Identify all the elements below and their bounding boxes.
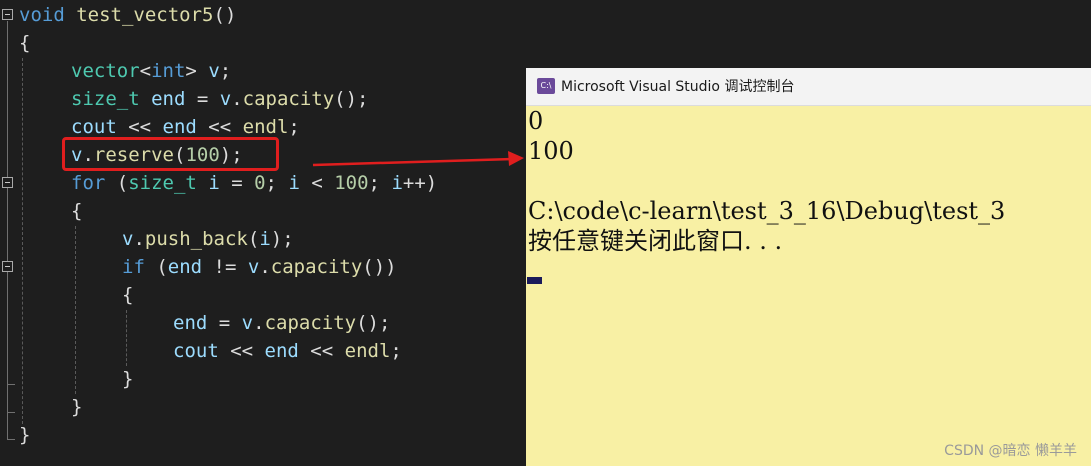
console-titlebar[interactable]: C:\ Microsoft Visual Studio 调试控制台 [526, 68, 1091, 106]
arrow-head [508, 151, 524, 166]
code-line-16[interactable]: } [19, 421, 30, 449]
code-token: push_back [144, 228, 248, 250]
console-line-2: 100 [528, 137, 574, 165]
code-token: { [71, 200, 83, 222]
debug-console-window[interactable]: C:\ Microsoft Visual Studio 调试控制台 0 100 … [526, 68, 1091, 466]
code-token: i [259, 228, 271, 250]
fold-end-for [7, 412, 15, 413]
fold-toggle-if-icon[interactable] [2, 261, 13, 272]
code-line-14[interactable]: } [122, 365, 133, 393]
console-line-4: C:\code\c-learn\test_3_16\Debug\test_3 [528, 197, 1006, 225]
annotation-arrow [312, 151, 524, 167]
code-token: end [264, 340, 299, 362]
console-line-5: 按任意键关闭此窗口. . . [528, 227, 783, 255]
code-token: v [241, 312, 254, 334]
code-line-12[interactable]: end = v.capacity(); [173, 309, 390, 337]
console-output[interactable]: 0 100 C:\code\c-learn\test_3_16\Debug\te… [528, 106, 1005, 256]
code-token: ( [247, 228, 260, 250]
code-token: { [122, 284, 134, 306]
code-line-11[interactable]: { [122, 281, 133, 309]
code-line-15[interactable]: } [71, 393, 82, 421]
code-token: end [173, 312, 208, 334]
code-token: end [167, 256, 203, 278]
code-token: ; [390, 340, 402, 362]
code-token: << [298, 340, 345, 362]
code-token: capacity [270, 256, 363, 278]
code-line-10[interactable]: if (end != v.capacity()) [122, 253, 397, 281]
code-line-9[interactable]: v.push_back(i); [122, 225, 294, 253]
code-token: } [19, 424, 31, 446]
code-token: != [202, 256, 248, 278]
fold-end-if [7, 384, 15, 385]
code-token: . [259, 256, 271, 278]
console-title: Microsoft Visual Studio 调试控制台 [561, 79, 795, 95]
code-token: capacity [264, 312, 357, 334]
code-line-13[interactable]: cout << end << endl; [173, 337, 402, 365]
arrow-shaft [312, 157, 513, 167]
code-token: endl [344, 340, 391, 362]
code-token: ( [144, 256, 168, 278]
watermark: CSDN @暗恋 懒羊羊 [944, 443, 1077, 459]
code-token: if [122, 256, 145, 278]
code-token: v [122, 228, 134, 250]
code-token: v [247, 256, 260, 278]
console-line-3 [528, 166, 1005, 196]
fold-end-function [7, 439, 15, 440]
console-cursor [527, 277, 542, 284]
code-token: = [207, 312, 242, 334]
code-token: (); [356, 312, 391, 334]
indent-guide-3 [126, 310, 127, 366]
console-line-1: 0 [528, 107, 544, 135]
code-token: } [122, 368, 134, 390]
code-token: ); [270, 228, 294, 250]
code-line-8[interactable]: { [71, 197, 82, 225]
code-token: } [71, 396, 83, 418]
code-token: . [133, 228, 145, 250]
code-token: ()) [362, 256, 397, 278]
code-token: . [253, 312, 265, 334]
indent-guide-2 [75, 226, 76, 394]
code-token: cout [173, 340, 219, 362]
code-token: << [218, 340, 265, 362]
console-app-icon: C:\ [537, 78, 555, 94]
